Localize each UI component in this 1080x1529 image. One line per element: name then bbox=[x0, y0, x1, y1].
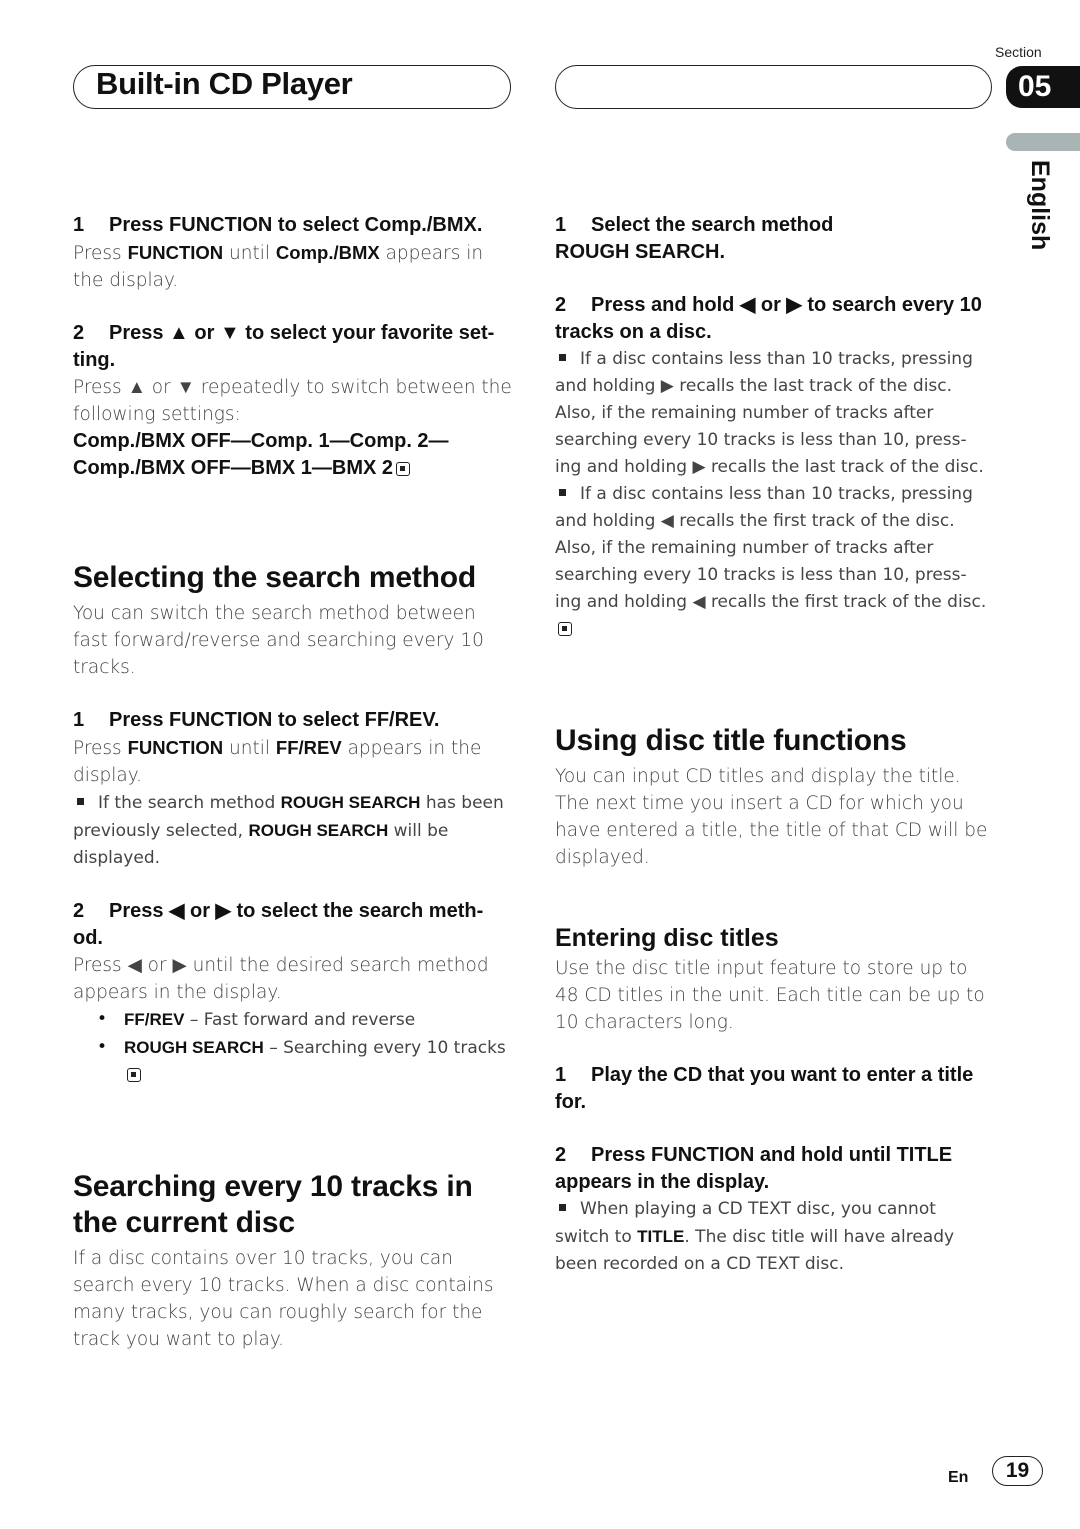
step-heading: 2 Press and hold ◀ or ▶ to search every 1… bbox=[555, 294, 982, 343]
end-mark-icon bbox=[558, 622, 572, 636]
section-intro: You can input CD titles and display the … bbox=[555, 766, 988, 868]
step-heading: 2 Press ▲ or ▼ to select your favorite se… bbox=[73, 322, 495, 371]
language-label: English bbox=[1026, 160, 1054, 251]
end-mark-icon bbox=[396, 462, 411, 476]
step-heading: 1 Select the search method bbox=[555, 214, 834, 236]
note: If a disc contains less than 10 tracks, … bbox=[555, 481, 990, 643]
step-heading: 1 Press FUNCTION to select FF/REV. bbox=[73, 709, 440, 731]
settings-sequence: Comp./BMX OFF—Comp. 1—Comp. 2— Comp./BMX… bbox=[73, 430, 449, 479]
right-column: 1 Select the search method ROUGH SEARCH. … bbox=[555, 212, 990, 1278]
note: If a disc contains less than 10 tracks, … bbox=[555, 349, 984, 477]
option-bullet: • FF/REV – Fast forward and reverse bbox=[97, 1009, 416, 1030]
section-intro: Use the disc title input feature to stor… bbox=[555, 958, 985, 1033]
section-number-badge: 05 bbox=[1006, 66, 1080, 108]
section-intro: You can switch the search method between… bbox=[73, 603, 484, 678]
step-body: Press FUNCTION until FF/REV appears in t… bbox=[73, 737, 482, 786]
step-heading: 2 Press ◀ or ▶ to select the search meth-… bbox=[73, 900, 484, 949]
section-heading: Using disc title functions bbox=[555, 724, 907, 757]
step-body: Press FUNCTION until Comp./BMX appears i… bbox=[73, 242, 484, 291]
step-heading: 2 Press FUNCTION and hold until TITLE app… bbox=[555, 1144, 953, 1193]
note-square-icon bbox=[559, 489, 566, 496]
left-column: 1 Press FUNCTION to select Comp./BMX. Pre… bbox=[73, 212, 513, 1353]
note-square-icon bbox=[559, 354, 566, 361]
section-label: Section bbox=[995, 44, 1042, 60]
section-intro: If a disc contains over 10 tracks, you c… bbox=[73, 1248, 494, 1350]
subsection-heading: Entering disc titles bbox=[555, 924, 779, 952]
note: If the search method ROUGH SEARCH has be… bbox=[73, 793, 504, 868]
step-heading: 1 Play the CD that you want to enter a ti… bbox=[555, 1064, 974, 1113]
page-number: 19 bbox=[992, 1456, 1043, 1486]
footer-language-code: En bbox=[948, 1469, 969, 1486]
empty-header-frame bbox=[555, 65, 992, 109]
option-bullet: • ROUGH SEARCH – Searching every 10 track… bbox=[73, 1034, 513, 1089]
step-heading: 1 Press FUNCTION to select Comp./BMX. bbox=[73, 214, 483, 236]
step-body: Press ◀ or ▶ until the desired search me… bbox=[73, 955, 489, 1003]
language-tab bbox=[1006, 133, 1080, 151]
note: When playing a CD TEXT disc, you cannot … bbox=[555, 1199, 955, 1274]
step-body: Press ▲ or ▼ repeatedly to switch betwee… bbox=[73, 377, 512, 425]
section-heading: Searching every 10 tracks in the current… bbox=[73, 1170, 473, 1239]
note-square-icon bbox=[559, 1204, 566, 1211]
section-heading: Selecting the search method bbox=[73, 561, 477, 594]
note-square-icon bbox=[77, 798, 84, 805]
chapter-title: Built-in CD Player bbox=[96, 66, 353, 101]
end-mark-icon bbox=[127, 1068, 141, 1082]
step-value: ROUGH SEARCH. bbox=[555, 241, 726, 263]
